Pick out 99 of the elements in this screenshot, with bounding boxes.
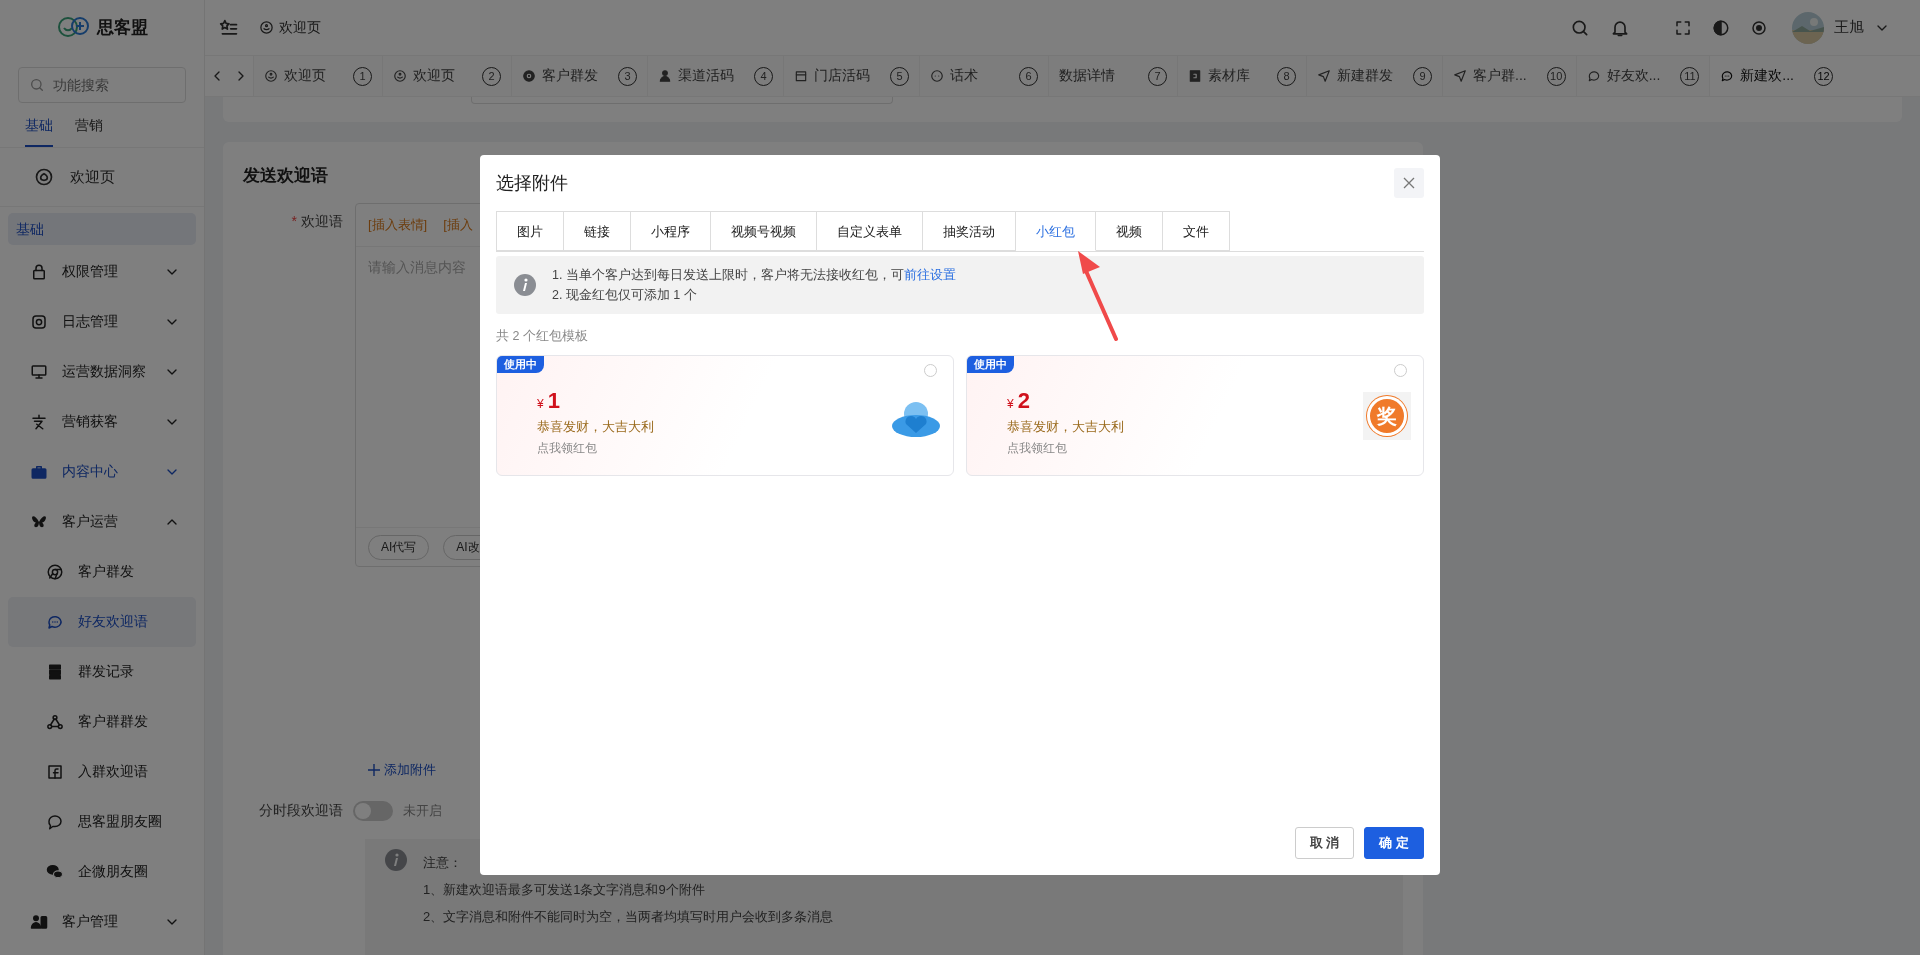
- submenu-item[interactable]: 入群欢迎语: [8, 747, 196, 797]
- status-badge: 使用中: [497, 356, 544, 373]
- submenu-item[interactable]: 企微朋友圈: [8, 847, 196, 897]
- card-subtitle: 点我领红包: [537, 440, 598, 457]
- users-icon: [30, 913, 48, 931]
- template-card[interactable]: 使用中 ¥ 1 恭喜发财，大吉大利 点我领红包: [496, 355, 954, 476]
- toggle-status: 未开启: [403, 802, 442, 820]
- notice-title: 注意：: [423, 854, 463, 872]
- notice-line: 2、文字消息和附件不能同时为空，当两者均填写时用户会收到多条消息: [423, 908, 834, 926]
- field-label: 分时段欢迎语: [259, 802, 343, 818]
- attachment-tab[interactable]: 小红包: [1016, 211, 1096, 251]
- server-icon: [46, 663, 64, 681]
- section-header: 基础: [8, 213, 196, 245]
- logo-icon: [56, 15, 91, 40]
- book-icon: [1188, 69, 1202, 83]
- smile-circle-icon: [259, 20, 274, 35]
- menu-item[interactable]: 权限管理: [8, 247, 196, 297]
- dialog-title: 选择附件: [496, 172, 568, 195]
- close-button[interactable]: [1394, 168, 1424, 198]
- template-count: 共 2 个红包模板: [496, 328, 589, 345]
- aperture-icon: [522, 69, 536, 83]
- card-subtitle: 点我领红包: [1007, 440, 1068, 457]
- submenu-item[interactable]: 群发记录: [8, 647, 196, 697]
- chat-icon: [46, 613, 64, 631]
- user-name[interactable]: 王旭: [1834, 18, 1864, 37]
- glyph-icon: [30, 413, 48, 431]
- submenu-item[interactable]: 客户群群发: [8, 697, 196, 747]
- lock-icon: [30, 263, 48, 281]
- nodes-icon: [46, 713, 64, 731]
- speech-bubble-icon: [46, 813, 64, 831]
- attachment-tab[interactable]: 文件: [1163, 211, 1230, 251]
- currency-symbol: ¥: [537, 397, 544, 411]
- breadcrumb[interactable]: 欢迎页: [279, 18, 321, 37]
- sidebar-tab[interactable]: 基础: [25, 103, 53, 147]
- add-attachment-link[interactable]: 添加附件: [368, 761, 436, 779]
- submenu-item[interactable]: 思客盟朋友圈: [8, 797, 196, 847]
- notice-line: 2. 现金红包仅可添加 1 个: [552, 287, 698, 304]
- prize-seal-icon: 奖: [1363, 392, 1411, 440]
- heart-cloud-icon: [891, 400, 941, 438]
- menu-item[interactable]: 客户管理: [8, 897, 196, 947]
- camera-icon: [30, 313, 48, 331]
- menu-item[interactable]: 内容中心: [8, 447, 196, 497]
- smile-circle-icon: [393, 69, 407, 83]
- chat-icon: [1720, 69, 1735, 83]
- section-title: 发送欢迎语: [243, 165, 328, 187]
- send-icon: [1453, 69, 1467, 83]
- attachment-tab[interactable]: 自定义表单: [817, 211, 923, 251]
- store-icon: [794, 69, 808, 83]
- attachment-tab[interactable]: 小程序: [631, 211, 711, 251]
- confirm-button[interactable]: 确 定: [1364, 827, 1424, 859]
- attachment-tab[interactable]: 视频号视频: [711, 211, 817, 251]
- aperture-icon: [46, 563, 64, 581]
- submenu-item[interactable]: 好友欢迎语: [8, 597, 196, 647]
- monitor-icon: [30, 363, 48, 381]
- settings-link[interactable]: 前往设置: [903, 268, 956, 282]
- plus-icon: [368, 764, 380, 776]
- toggle-switch[interactable]: [353, 801, 393, 821]
- chat-icon: [1586, 69, 1601, 83]
- card-title: 恭喜发财，大吉大利: [537, 418, 655, 436]
- notice-line: 1、新建欢迎语最多可发送1条文字消息和9个附件: [423, 881, 706, 899]
- briefcase-icon: [30, 463, 48, 481]
- leaf-circle-icon: [34, 167, 54, 187]
- chat-icon: [930, 69, 944, 83]
- send-icon: [1317, 69, 1331, 83]
- contrast-icon: [1712, 18, 1730, 37]
- menu-item[interactable]: 欢迎页: [70, 167, 115, 187]
- star-list-icon: [219, 17, 239, 38]
- attachment-tab[interactable]: 视频: [1096, 211, 1163, 251]
- chat-bubbles-icon: [46, 863, 64, 881]
- menu-item[interactable]: 客户运营: [8, 497, 196, 547]
- fullscreen-icon: [1674, 18, 1692, 37]
- app-name: 思客盟: [96, 17, 148, 39]
- card-title: 恭喜发财，大吉大利: [1007, 418, 1125, 436]
- attachment-tab[interactable]: 抽奖活动: [923, 211, 1016, 251]
- field-label: 欢迎语: [301, 213, 343, 229]
- user-icon: [658, 69, 672, 83]
- close-icon: [1403, 177, 1415, 189]
- menu-item[interactable]: 运营数据洞察: [8, 347, 196, 397]
- currency-symbol: ¥: [1007, 397, 1014, 411]
- template-card[interactable]: 使用中 ¥ 2 恭喜发财，大吉大利 点我领红包 奖: [966, 355, 1424, 476]
- attachment-tab[interactable]: 图片: [496, 211, 564, 251]
- search-icon: [29, 77, 45, 93]
- sidebar-tab[interactable]: 营销: [75, 103, 103, 147]
- submenu-item[interactable]: 客户群发: [8, 547, 196, 597]
- notice-line: 1. 当单个客户达到每日发送上限时，客户将无法接收红包，可前往设置: [552, 267, 956, 284]
- menu-item[interactable]: 日志管理: [8, 297, 196, 347]
- smile-circle-icon: [264, 69, 278, 83]
- social-square-icon: [46, 763, 64, 781]
- cancel-button[interactable]: 取 消: [1294, 827, 1355, 859]
- status-badge: 使用中: [967, 356, 1014, 373]
- search-field[interactable]: 功能搜索: [18, 67, 186, 103]
- info-icon: [514, 274, 536, 296]
- info-icon: [385, 849, 407, 871]
- attachment-tab[interactable]: 链接: [564, 211, 631, 251]
- required-mark: *: [291, 213, 297, 229]
- amount: 2: [1017, 388, 1030, 413]
- menu-item[interactable]: 营销获客: [8, 397, 196, 447]
- amount: 1: [547, 388, 560, 413]
- settings-icon: [1750, 18, 1768, 37]
